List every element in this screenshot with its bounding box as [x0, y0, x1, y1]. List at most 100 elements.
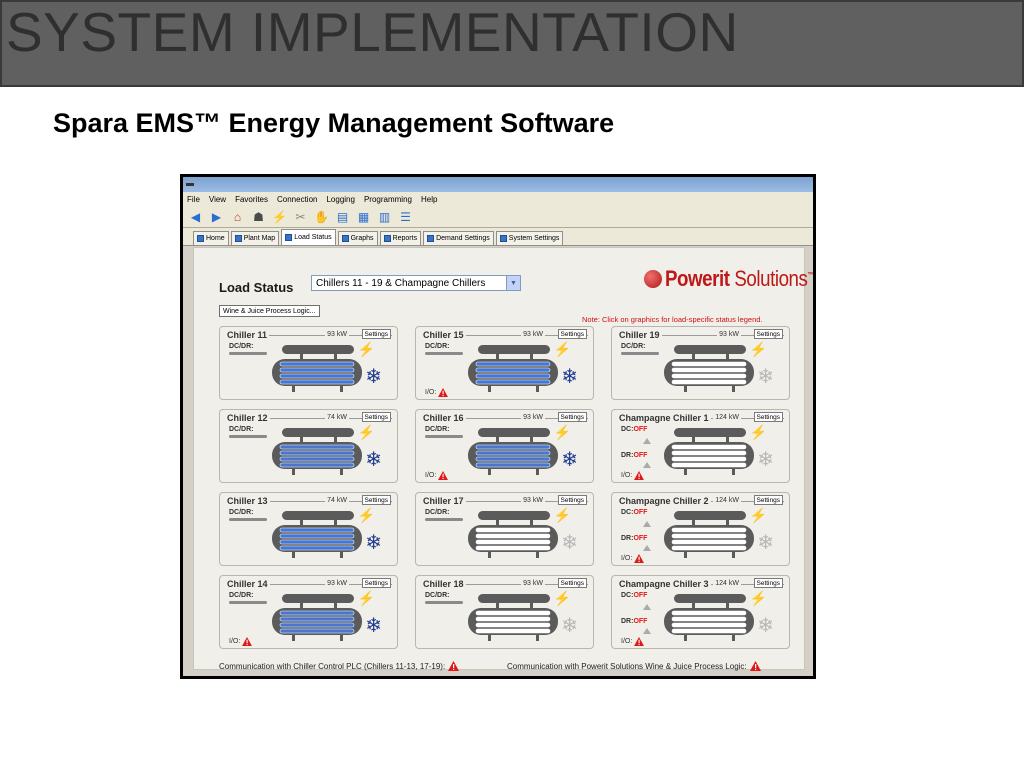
snowflake-icon: ❄: [757, 615, 774, 637]
dc-dr-bar: [425, 601, 463, 604]
chiller-kw: 93 kW: [717, 331, 741, 338]
tab-home[interactable]: Home: [193, 231, 229, 245]
chiller-graphic[interactable]: [662, 593, 754, 643]
dc-dr-label: DC/DR:: [229, 592, 254, 599]
snowflake-icon: ❄: [561, 366, 578, 388]
chiller-settings-button[interactable]: Settings: [557, 495, 587, 505]
chiller-card[interactable]: Chiller 16 93 kW Settings DC/DR: I/O: ⚡ ❄: [415, 409, 594, 483]
chiller-name: Chiller 17: [423, 496, 466, 506]
wine-juice-communication-status: Communication with Powerit Solutions Win…: [507, 661, 761, 671]
chiller-settings-button[interactable]: Settings: [557, 578, 587, 588]
chiller-graphic[interactable]: [270, 427, 362, 477]
app-window: File View Favorites Connection Logging Progra…: [183, 177, 813, 676]
tab-plant-map[interactable]: Plant Map: [230, 231, 280, 245]
tab-label: Home: [206, 235, 225, 242]
dc-dr-bar: [621, 352, 659, 355]
handshake-icon[interactable]: ✋: [313, 208, 330, 225]
chiller-card[interactable]: Chiller 17 93 kW Settings DC/DR: ⚡ ❄: [415, 492, 594, 566]
chiller-settings-button[interactable]: Settings: [361, 578, 391, 588]
menu-item-logging[interactable]: Logging: [326, 195, 354, 204]
chiller-settings-button[interactable]: Settings: [361, 412, 391, 422]
chiller-name: Chiller 13: [227, 496, 270, 506]
chiller-card[interactable]: Chiller 19 93 kW Settings DC/DR: ⚡ ❄: [611, 326, 790, 400]
plug-icon[interactable]: ⚡: [271, 208, 288, 225]
disconnect-icon[interactable]: ✂: [292, 208, 309, 225]
tab-label: Reports: [392, 235, 418, 242]
tab-load-status[interactable]: Load Status: [281, 229, 336, 245]
chiller-settings-button[interactable]: Settings: [361, 495, 391, 505]
lightning-bolt-icon: ⚡: [357, 341, 375, 357]
dc-dr-label: DC/DR:: [229, 509, 254, 516]
menu-item-programming[interactable]: Programming: [364, 195, 412, 204]
chiller-card[interactable]: Champagne Chiller 1 124 kW Settings DC:OFF D…: [611, 409, 790, 483]
tab-label: Load Status: [294, 234, 332, 241]
forward-icon[interactable]: ▶: [208, 208, 225, 225]
warning-icon: [634, 471, 645, 480]
chiller-graphic[interactable]: [270, 510, 362, 560]
chiller-settings-button[interactable]: Settings: [557, 412, 587, 422]
tab-bar: Home Plant Map Load Status Graphs Reports Dem…: [183, 228, 813, 246]
chiller-settings-button[interactable]: Settings: [753, 412, 783, 422]
tab-label: System Settings: [508, 235, 560, 242]
chiller-kw: 124 kW: [713, 580, 741, 587]
wine-juice-process-logic-button[interactable]: Wine & Juice Process Logic...: [219, 305, 320, 317]
chiller-settings-button[interactable]: Settings: [753, 329, 783, 339]
tab-system-settings[interactable]: System Settings: [495, 231, 564, 245]
chiller-card[interactable]: Chiller 15 93 kW Settings DC/DR: I/O: ⚡ ❄: [415, 326, 594, 400]
menu-item-connection[interactable]: Connection: [277, 195, 317, 204]
chiller-graphic[interactable]: [662, 344, 754, 394]
io-status: I/O:: [425, 388, 449, 397]
menu-item-file[interactable]: File: [187, 195, 200, 204]
chiller-graphic[interactable]: [466, 344, 558, 394]
chiller-group-select[interactable]: Chillers 11 - 19 & Champagne Chillers ▼: [311, 275, 521, 291]
home-icon[interactable]: ⌂: [229, 208, 246, 225]
logo-text: Powerit Solutions™: [665, 266, 813, 291]
io-status: I/O:: [621, 471, 645, 480]
chiller-card[interactable]: Chiller 11 93 kW Settings DC/DR: ⚡ ❄: [219, 326, 398, 400]
chiller-graphic[interactable]: [662, 427, 754, 477]
chiller-graphic[interactable]: [270, 593, 362, 643]
chiller-settings-button[interactable]: Settings: [753, 578, 783, 588]
dc-dr-label: DC/DR:: [425, 509, 450, 516]
dc-dr-label: DC/DR:: [425, 592, 450, 599]
chiller-kw: 93 kW: [325, 580, 349, 587]
list-icon[interactable]: ☰: [397, 208, 414, 225]
chiller-card[interactable]: Champagne Chiller 2 124 kW Settings DC:OFF D…: [611, 492, 790, 566]
chiller-settings-button[interactable]: Settings: [753, 495, 783, 505]
chevron-down-icon[interactable]: ▼: [506, 276, 520, 290]
dc-dr-bar: [229, 518, 267, 521]
plc-communication-status: Communication with Chiller Control PLC (…: [219, 661, 460, 671]
back-icon[interactable]: ◀: [187, 208, 204, 225]
chiller-card[interactable]: Chiller 12 74 kW Settings DC/DR: ⚡ ❄: [219, 409, 398, 483]
load-status-panel: Load Status Chillers 11 - 19 & Champagne…: [193, 247, 813, 671]
slide-title: SYSTEM IMPLEMENTATION: [6, 1, 739, 63]
chiller-graphic[interactable]: [270, 344, 362, 394]
chiller-settings-button[interactable]: Settings: [557, 329, 587, 339]
grid-icon[interactable]: ▦: [355, 208, 372, 225]
menu-item-view[interactable]: View: [209, 195, 226, 204]
tab-demand-settings[interactable]: Demand Settings: [423, 231, 494, 245]
calendar-icon[interactable]: ▥: [376, 208, 393, 225]
chiller-settings-button[interactable]: Settings: [361, 329, 391, 339]
tab-label: Demand Settings: [436, 235, 490, 242]
chiller-card[interactable]: Chiller 14 93 kW Settings DC/DR: I/O: ⚡ ❄: [219, 575, 398, 649]
person-icon[interactable]: ☗: [250, 208, 267, 225]
chiller-card[interactable]: Champagne Chiller 3 124 kW Settings DC:OFF D…: [611, 575, 790, 649]
tab-reports[interactable]: Reports: [379, 231, 422, 245]
chiller-card[interactable]: Chiller 18 93 kW Settings DC/DR: ⚡ ❄: [415, 575, 594, 649]
chiller-name: Chiller 11: [227, 330, 270, 340]
menu-item-favorites[interactable]: Favorites: [235, 195, 268, 204]
chiller-graphic[interactable]: [466, 593, 558, 643]
menu-item-help[interactable]: Help: [421, 195, 437, 204]
dc-dr-label: DC/DR:: [425, 343, 450, 350]
chiller-graphic[interactable]: [662, 510, 754, 560]
chiller-graphic[interactable]: [466, 510, 558, 560]
tab-graphs[interactable]: Graphs: [337, 231, 378, 245]
chiller-group-select-value: Chillers 11 - 19 & Champagne Chillers: [316, 277, 486, 289]
chiller-card[interactable]: Chiller 13 74 kW Settings DC/DR: ⚡ ❄: [219, 492, 398, 566]
snowflake-icon: ❄: [365, 532, 382, 554]
chiller-kw: 93 kW: [325, 331, 349, 338]
chiller-graphic[interactable]: [466, 427, 558, 477]
lightning-bolt-icon: ⚡: [553, 507, 571, 523]
database-icon[interactable]: ▤: [334, 208, 351, 225]
